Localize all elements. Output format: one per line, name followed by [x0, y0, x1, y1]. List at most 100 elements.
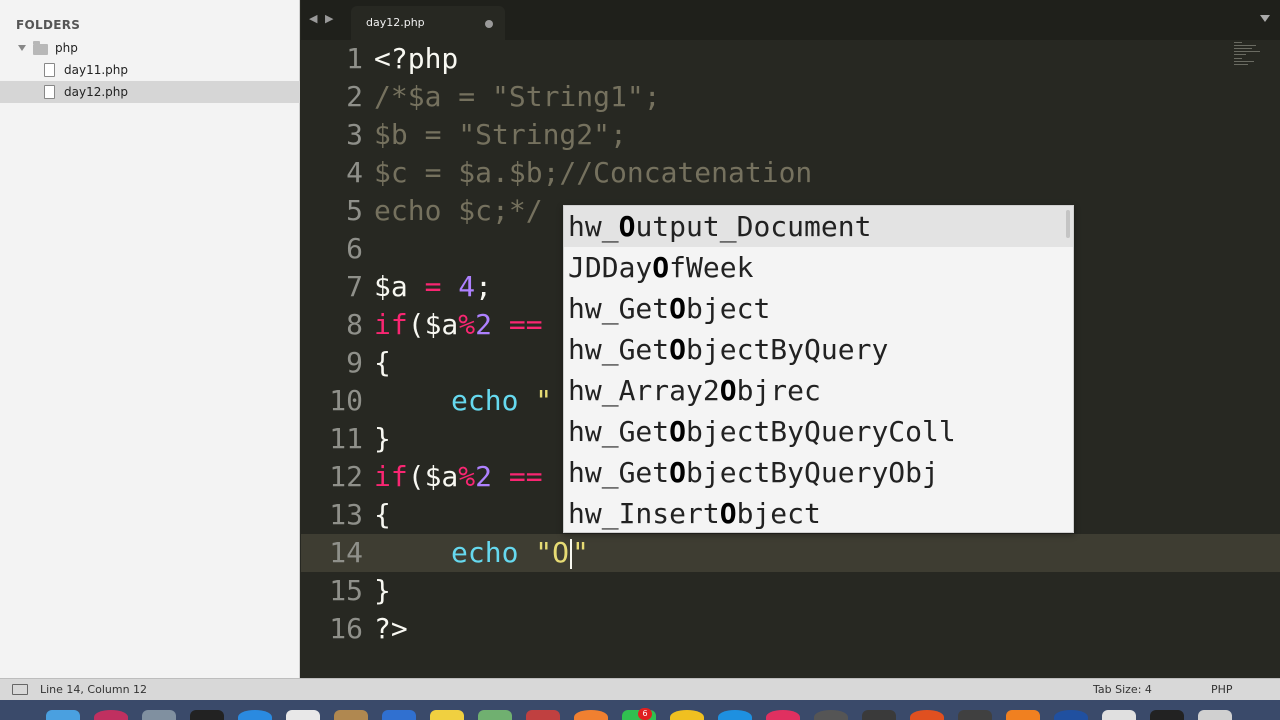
- panel-toggle-icon[interactable]: [12, 684, 28, 695]
- code-token: %: [458, 308, 476, 341]
- ac-text: JDDay: [568, 251, 653, 284]
- unsaved-dot-icon[interactable]: [485, 20, 493, 28]
- code-token: O: [552, 536, 570, 569]
- minimap-line: [1234, 54, 1246, 55]
- siri-icon[interactable]: [94, 710, 128, 720]
- sidebar-folder-label: php: [55, 41, 78, 55]
- cursor-position: Line 14, Column 12: [40, 683, 148, 696]
- syntax-selector[interactable]: PHP: [1211, 683, 1233, 696]
- trash-icon[interactable]: [1198, 710, 1232, 720]
- music-icon[interactable]: [766, 710, 800, 720]
- code-line: {: [374, 346, 391, 379]
- file-icon: [44, 63, 55, 77]
- ac-text: hw_Get: [568, 456, 670, 489]
- code-line-comment: /*$a = "String1";: [374, 80, 661, 113]
- code-line: if($a%2 ==: [374, 306, 543, 344]
- code-line: <?php: [374, 42, 459, 75]
- safari-icon[interactable]: [238, 710, 272, 720]
- photos-icon[interactable]: [574, 710, 608, 720]
- minimap-line: [1234, 45, 1256, 46]
- ac-text: bject: [736, 497, 821, 530]
- minimap-line: [1234, 64, 1248, 65]
- autocomplete-item[interactable]: hw_GetObjectByQuery: [564, 329, 1073, 370]
- ac-match: O: [669, 456, 687, 489]
- folder-icon: [33, 41, 48, 55]
- autocomplete-popup: hw_Output_Document JDDayOfWeek hw_GetObj…: [563, 205, 1074, 533]
- code-token: ==: [508, 308, 543, 341]
- code-token: ": [535, 384, 553, 417]
- screen-recorder-icon[interactable]: [1150, 710, 1184, 720]
- tab-menu-chevron-icon[interactable]: [1260, 15, 1270, 22]
- line-number: 6: [346, 232, 363, 265]
- terminal-icon[interactable]: [190, 710, 224, 720]
- ac-text: bject: [686, 292, 771, 325]
- code-token: echo: [451, 384, 519, 417]
- tab-label: day12.php: [366, 16, 425, 29]
- system-preferences-icon[interactable]: [814, 710, 848, 720]
- autocomplete-item[interactable]: hw_GetObjectByQueryColl: [564, 411, 1073, 452]
- ac-text: hw_Insert: [568, 497, 720, 530]
- xampp-icon[interactable]: [1006, 710, 1040, 720]
- code-line: }: [374, 422, 391, 455]
- autocomplete-item[interactable]: hw_Array2Objrec: [564, 370, 1073, 411]
- ac-text: hw_Array2: [568, 374, 720, 407]
- code-token: =: [407, 270, 459, 303]
- contacts-icon[interactable]: [334, 710, 368, 720]
- line-number: 1: [346, 42, 363, 75]
- disclosure-triangle-icon[interactable]: [18, 45, 26, 51]
- ac-match: O: [719, 374, 737, 407]
- sublime-text-icon[interactable]: [958, 710, 992, 720]
- tab-day12[interactable]: day12.php: [351, 6, 505, 40]
- ac-match: O: [618, 210, 636, 243]
- line-number: 16: [329, 612, 363, 645]
- ibooks-icon[interactable]: [670, 710, 704, 720]
- document-icon[interactable]: [1102, 710, 1136, 720]
- code-token: ($a: [407, 308, 459, 341]
- sidebar-file-label: day12.php: [64, 85, 128, 99]
- autocomplete-item[interactable]: hw_Output_Document: [564, 206, 1073, 247]
- sidebar-file-day11[interactable]: day11.php: [0, 59, 300, 81]
- ac-match: O: [669, 415, 687, 448]
- launchpad-icon[interactable]: [142, 710, 176, 720]
- ac-text: bjectByQueryObj: [686, 456, 939, 489]
- vpn-icon[interactable]: [1054, 710, 1088, 720]
- maps-icon[interactable]: [478, 710, 512, 720]
- code-line-comment: echo $c;*/: [374, 194, 543, 227]
- app-store-icon[interactable]: [718, 710, 752, 720]
- finder-icon[interactable]: [46, 710, 80, 720]
- code-token: ($a: [407, 460, 459, 493]
- photo-booth-icon[interactable]: [526, 710, 560, 720]
- ac-match: O: [719, 497, 737, 530]
- tab-nav-arrows[interactable]: ◀ ▶: [309, 12, 335, 25]
- dock: 6: [0, 700, 1280, 720]
- code-line: $a = 4;: [374, 268, 492, 306]
- minimap[interactable]: [1234, 40, 1264, 70]
- activity-monitor-icon[interactable]: [862, 710, 896, 720]
- autocomplete-item[interactable]: hw_GetObjectByQueryObj: [564, 452, 1073, 493]
- ac-match: O: [669, 333, 687, 366]
- ac-text: utput_Document: [635, 210, 872, 243]
- line-number: 4: [346, 156, 363, 189]
- line-number: 2: [346, 80, 363, 113]
- autocomplete-item[interactable]: hw_InsertObject: [564, 493, 1073, 534]
- mail-icon[interactable]: [286, 710, 320, 720]
- code-line: ?>: [374, 612, 408, 645]
- sidebar-file-day12[interactable]: day12.php: [0, 81, 300, 103]
- autocomplete-item[interactable]: JDDayOfWeek: [564, 247, 1073, 288]
- ac-match: O: [652, 251, 670, 284]
- sidebar-folder-php[interactable]: php: [0, 37, 300, 59]
- status-bar: Line 14, Column 12 Tab Size: 4 PHP: [0, 678, 1280, 700]
- calendar-icon[interactable]: [382, 710, 416, 720]
- firefox-icon[interactable]: [910, 710, 944, 720]
- notes-icon[interactable]: [430, 710, 464, 720]
- line-number: 5: [346, 194, 363, 227]
- sidebar: FOLDERS php day11.php day12.php: [0, 0, 300, 678]
- line-number: 12: [329, 460, 363, 493]
- tab-size-selector[interactable]: Tab Size: 4: [1093, 683, 1152, 696]
- line-number: 14: [329, 536, 363, 569]
- autocomplete-item[interactable]: hw_GetObject: [564, 288, 1073, 329]
- line-number: 10: [329, 384, 363, 417]
- autocomplete-scrollbar[interactable]: [1066, 210, 1070, 238]
- ac-text: hw_Get: [568, 292, 670, 325]
